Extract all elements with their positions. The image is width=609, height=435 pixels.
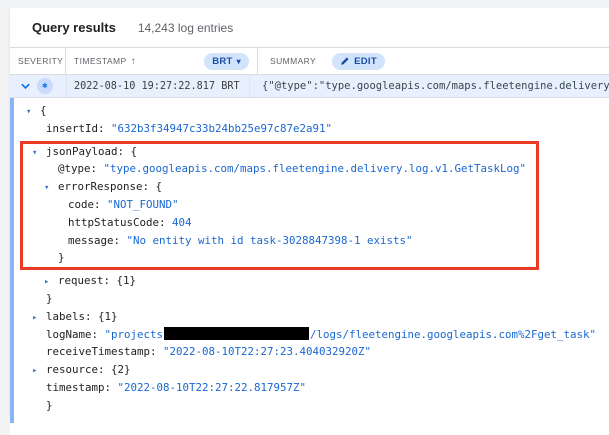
json-value: {1} [117,274,137,287]
json-value: 404 [172,216,192,229]
json-value: "632b3f34947c33b24bb25e97c87e2a91" [111,122,332,135]
json-value: "2022-08-10T22:27:23.404032920Z" [163,345,371,358]
collapse-chevron-icon[interactable] [19,80,32,93]
chevron-down-icon: ▾ [237,57,241,66]
column-header-row: SEVERITY TIMESTAMP↑ BRT ▾ SUMMARY EDIT [10,48,609,75]
json-key: @type: [58,162,104,175]
log-row-summary[interactable]: {"@type":"type.googleapis.com/maps.fleet… [250,75,609,97]
json-key: resource: [46,363,111,376]
expanded-log-entry: ▾{insertId: "632b3f34947c33b24bb25e97c87… [10,98,609,435]
log-row-timestamp[interactable]: 2022-08-10 19:27:22.817 BRT [67,75,250,97]
json-value: } [46,399,53,412]
log-entries-count: 14,243 log entries [138,21,233,35]
expand-triangle-icon[interactable]: ▸ [32,363,46,381]
json-key: labels: [46,310,98,323]
json-key: message: [68,234,127,247]
edit-summary-button[interactable]: EDIT [332,53,385,70]
json-key: logName: [46,328,105,341]
json-key: timestamp: [46,381,118,394]
json-value: { [156,180,163,193]
json-key: jsonPayload: [46,145,131,158]
json-value: } [46,292,53,305]
severity-column-label: SEVERITY [18,56,63,66]
json-key: httpStatusCode: [68,216,172,229]
json-line[interactable]: ▸request: {1} [10,272,609,290]
json-value: } [58,251,65,264]
log-row-severity-cell: ✱ [10,75,67,97]
collapse-triangle-icon[interactable]: ▾ [26,104,40,122]
json-value: { [40,104,47,117]
summary-column-label: SUMMARY [270,56,316,66]
json-key: code: [68,198,107,211]
json-tree: ▾{insertId: "632b3f34947c33b24bb25e97c87… [10,102,609,415]
json-line: message: "No entity with id task-3028847… [10,232,609,250]
json-value: "type.googleapis.com/maps.fleetengine.de… [104,162,527,175]
timezone-chip[interactable]: BRT ▾ [204,53,249,70]
json-value: "projects [105,328,164,341]
json-line[interactable]: ▾jsonPayload: { [10,143,609,161]
query-results-panel: Query results 14,243 log entries SEVERIT… [10,8,609,414]
json-line: receiveTimestamp: "2022-08-10T22:27:23.4… [10,343,609,361]
json-line[interactable]: ▸labels: {1} [10,308,609,326]
json-line: } [10,290,609,308]
json-key: insertId: [46,122,111,135]
json-line: } [10,397,609,415]
debug-severity-icon: ✱ [37,78,53,94]
json-line: } [10,249,609,267]
json-key: receiveTimestamp: [46,345,163,358]
json-value: {1} [98,310,118,323]
json-value: "No entity with id task-3028847398-1 exi… [127,234,413,247]
column-severity: SEVERITY [10,48,66,74]
pencil-icon [340,56,350,66]
json-line: code: "NOT_FOUND" [10,196,609,214]
json-line: @type: "type.googleapis.com/maps.fleeten… [10,160,609,178]
json-value: "NOT_FOUND" [107,198,179,211]
json-value: {2} [111,363,131,376]
log-entry-row[interactable]: ✱ 2022-08-10 19:27:22.817 BRT {"@type":"… [10,75,609,98]
json-line[interactable]: ▾{ [10,102,609,120]
sort-ascending-icon: ↑ [131,56,136,67]
json-value: /logs/fleetengine.googleapis.com%2Fget_t… [310,328,596,341]
json-key: errorResponse: [58,180,156,193]
json-line[interactable]: ▾errorResponse: { [10,178,609,196]
query-results-header: Query results 14,243 log entries [10,8,609,48]
json-line: insertId: "632b3f34947c33b24bb25e97c87e2… [10,120,609,138]
json-line: timestamp: "2022-08-10T22:27:22.817957Z" [10,379,609,397]
page-title: Query results [32,20,116,35]
expand-triangle-icon[interactable]: ▸ [32,310,46,328]
timestamp-column-label[interactable]: TIMESTAMP↑ [74,56,136,67]
json-value: "2022-08-10T22:27:22.817957Z" [118,381,307,394]
json-key: request: [58,274,117,287]
json-value: { [131,145,138,158]
redacted-project-id [164,327,309,340]
column-timestamp: TIMESTAMP↑ BRT ▾ [66,48,258,74]
collapse-triangle-icon[interactable]: ▾ [32,145,46,163]
column-summary: SUMMARY EDIT [258,48,609,74]
json-line: logName: "projects/logs/fleetengine.goog… [10,326,609,344]
highlight-red-box: ▾jsonPayload: {@type: "type.googleapis.c… [10,143,609,268]
json-line[interactable]: ▸resource: {2} [10,361,609,379]
json-line: httpStatusCode: 404 [10,214,609,232]
collapse-triangle-icon[interactable]: ▾ [44,180,58,198]
